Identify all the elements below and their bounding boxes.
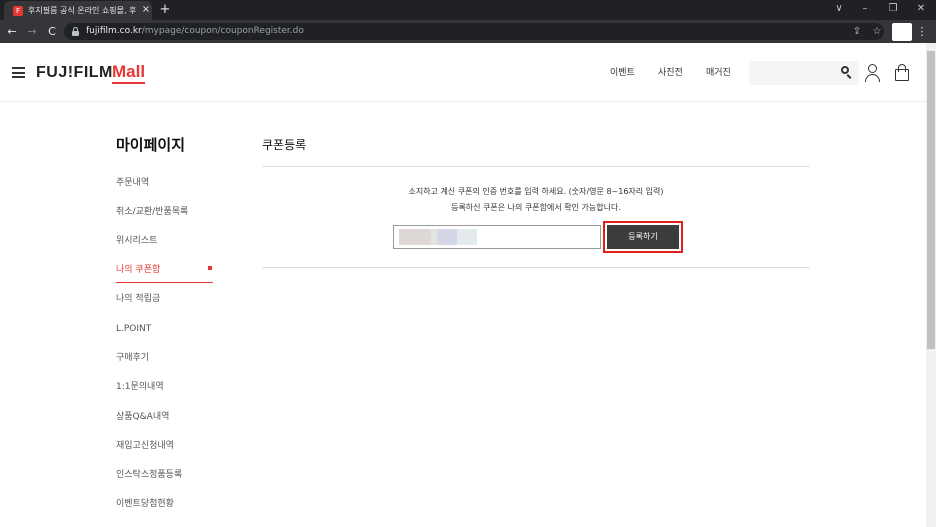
logo-mall: Mall (112, 62, 146, 84)
nav-event[interactable]: 이벤트 (610, 66, 635, 80)
browser-toolbar: ← → C fujifilm.co.kr/mypage/coupon/coupo… (0, 20, 936, 43)
redacted-value (399, 229, 431, 245)
hamburger-menu-icon[interactable] (12, 67, 25, 78)
sidebar-item-instax-registration[interactable]: 인스탁스정품등록 (116, 468, 182, 482)
window-close-button[interactable]: ✕ (912, 2, 930, 16)
window-restore-button[interactable]: ❐ (884, 2, 902, 16)
sidebar-item-my-points[interactable]: 나의 적립금 (116, 292, 160, 306)
tab-search-icon[interactable]: ∨ (830, 2, 848, 16)
coupon-notice: 등록하신 쿠폰은 나의 쿠폰함에서 확인 가능합니다. (451, 203, 621, 212)
mypage-title: 마이페이지 (116, 136, 186, 154)
bookmark-star-icon[interactable]: ☆ (870, 24, 884, 39)
sidebar-item-product-qna[interactable]: 상품Q&A내역 (116, 410, 169, 424)
user-icon[interactable] (865, 64, 880, 82)
forward-arrow-icon[interactable]: → (25, 24, 39, 39)
nav-magazine[interactable]: 매거진 (706, 66, 731, 80)
register-coupon-button[interactable]: 등록하기 (607, 225, 679, 249)
sidebar-item-wishlist[interactable]: 위시리스트 (116, 234, 157, 248)
back-arrow-icon[interactable]: ← (5, 24, 19, 39)
sidebar-item-event-winners[interactable]: 이벤트당첨현황 (116, 497, 174, 511)
tab-title: 후지필름 공식 온라인 쇼핑몰, 후 (28, 6, 136, 15)
profile-avatar[interactable] (892, 23, 912, 41)
url-text[interactable]: fujifilm.co.kr/mypage/coupon/couponRegis… (86, 25, 304, 38)
logo-fujifilm: FUJ!FILM (36, 64, 113, 81)
nav-photo-exhibition[interactable]: 사진전 (658, 66, 683, 80)
share-icon[interactable]: ⇪ (850, 24, 864, 39)
form-divider (262, 267, 810, 268)
search-icon[interactable] (841, 66, 853, 79)
shopping-bag-icon[interactable] (895, 64, 909, 81)
browser-tab[interactable]: F 후지필름 공식 온라인 쇼핑몰, 후 × (4, 1, 152, 20)
window-minimize-button[interactable]: – (856, 2, 874, 16)
coupon-instructions: 소지하고 계신 쿠폰의 인증 번호를 입력 하세요. (숫자/영문 8~16자리… (408, 187, 664, 196)
sidebar-item-my-coupons[interactable]: 나의 쿠폰함 (116, 263, 160, 277)
page-title: 쿠폰등록 (262, 138, 307, 152)
sidebar-item-restock-requests[interactable]: 재입고신청내역 (116, 439, 174, 453)
lock-icon[interactable] (72, 27, 79, 36)
sidebar-item-lpoint[interactable]: L.POINT (116, 322, 151, 336)
sidebar-item-cancel-exchange-return[interactable]: 취소/교환/반품목록 (116, 205, 188, 219)
sidebar-item-orders[interactable]: 주문내역 (116, 176, 149, 190)
active-underline (116, 282, 213, 283)
address-bar[interactable]: fujifilm.co.kr/mypage/coupon/couponRegis… (64, 23, 884, 40)
sidebar-item-inquiries[interactable]: 1:1문의내역 (116, 380, 164, 394)
active-indicator-dot (208, 266, 212, 270)
site-favicon-icon: F (13, 6, 23, 16)
site-header: FUJ!FILM Mall 이벤트 사진전 매거진 (0, 43, 926, 102)
page-scrollbar[interactable] (926, 43, 936, 527)
title-divider (262, 166, 810, 167)
browser-tab-bar: F 후지필름 공식 온라인 쇼핑몰, 후 × + ∨ – ❐ ✕ (0, 0, 936, 20)
scrollbar-thumb[interactable] (927, 51, 935, 349)
browser-menu-icon[interactable]: ⋮ (916, 24, 928, 39)
coupon-code-input[interactable] (393, 225, 601, 249)
site-logo[interactable]: FUJ!FILM Mall (36, 62, 146, 84)
reload-icon[interactable]: C (45, 24, 59, 39)
sidebar-item-reviews[interactable]: 구매후기 (116, 351, 149, 365)
site-search-input[interactable] (749, 61, 859, 85)
tab-close-icon[interactable]: × (141, 4, 151, 16)
new-tab-button[interactable]: + (158, 2, 172, 17)
